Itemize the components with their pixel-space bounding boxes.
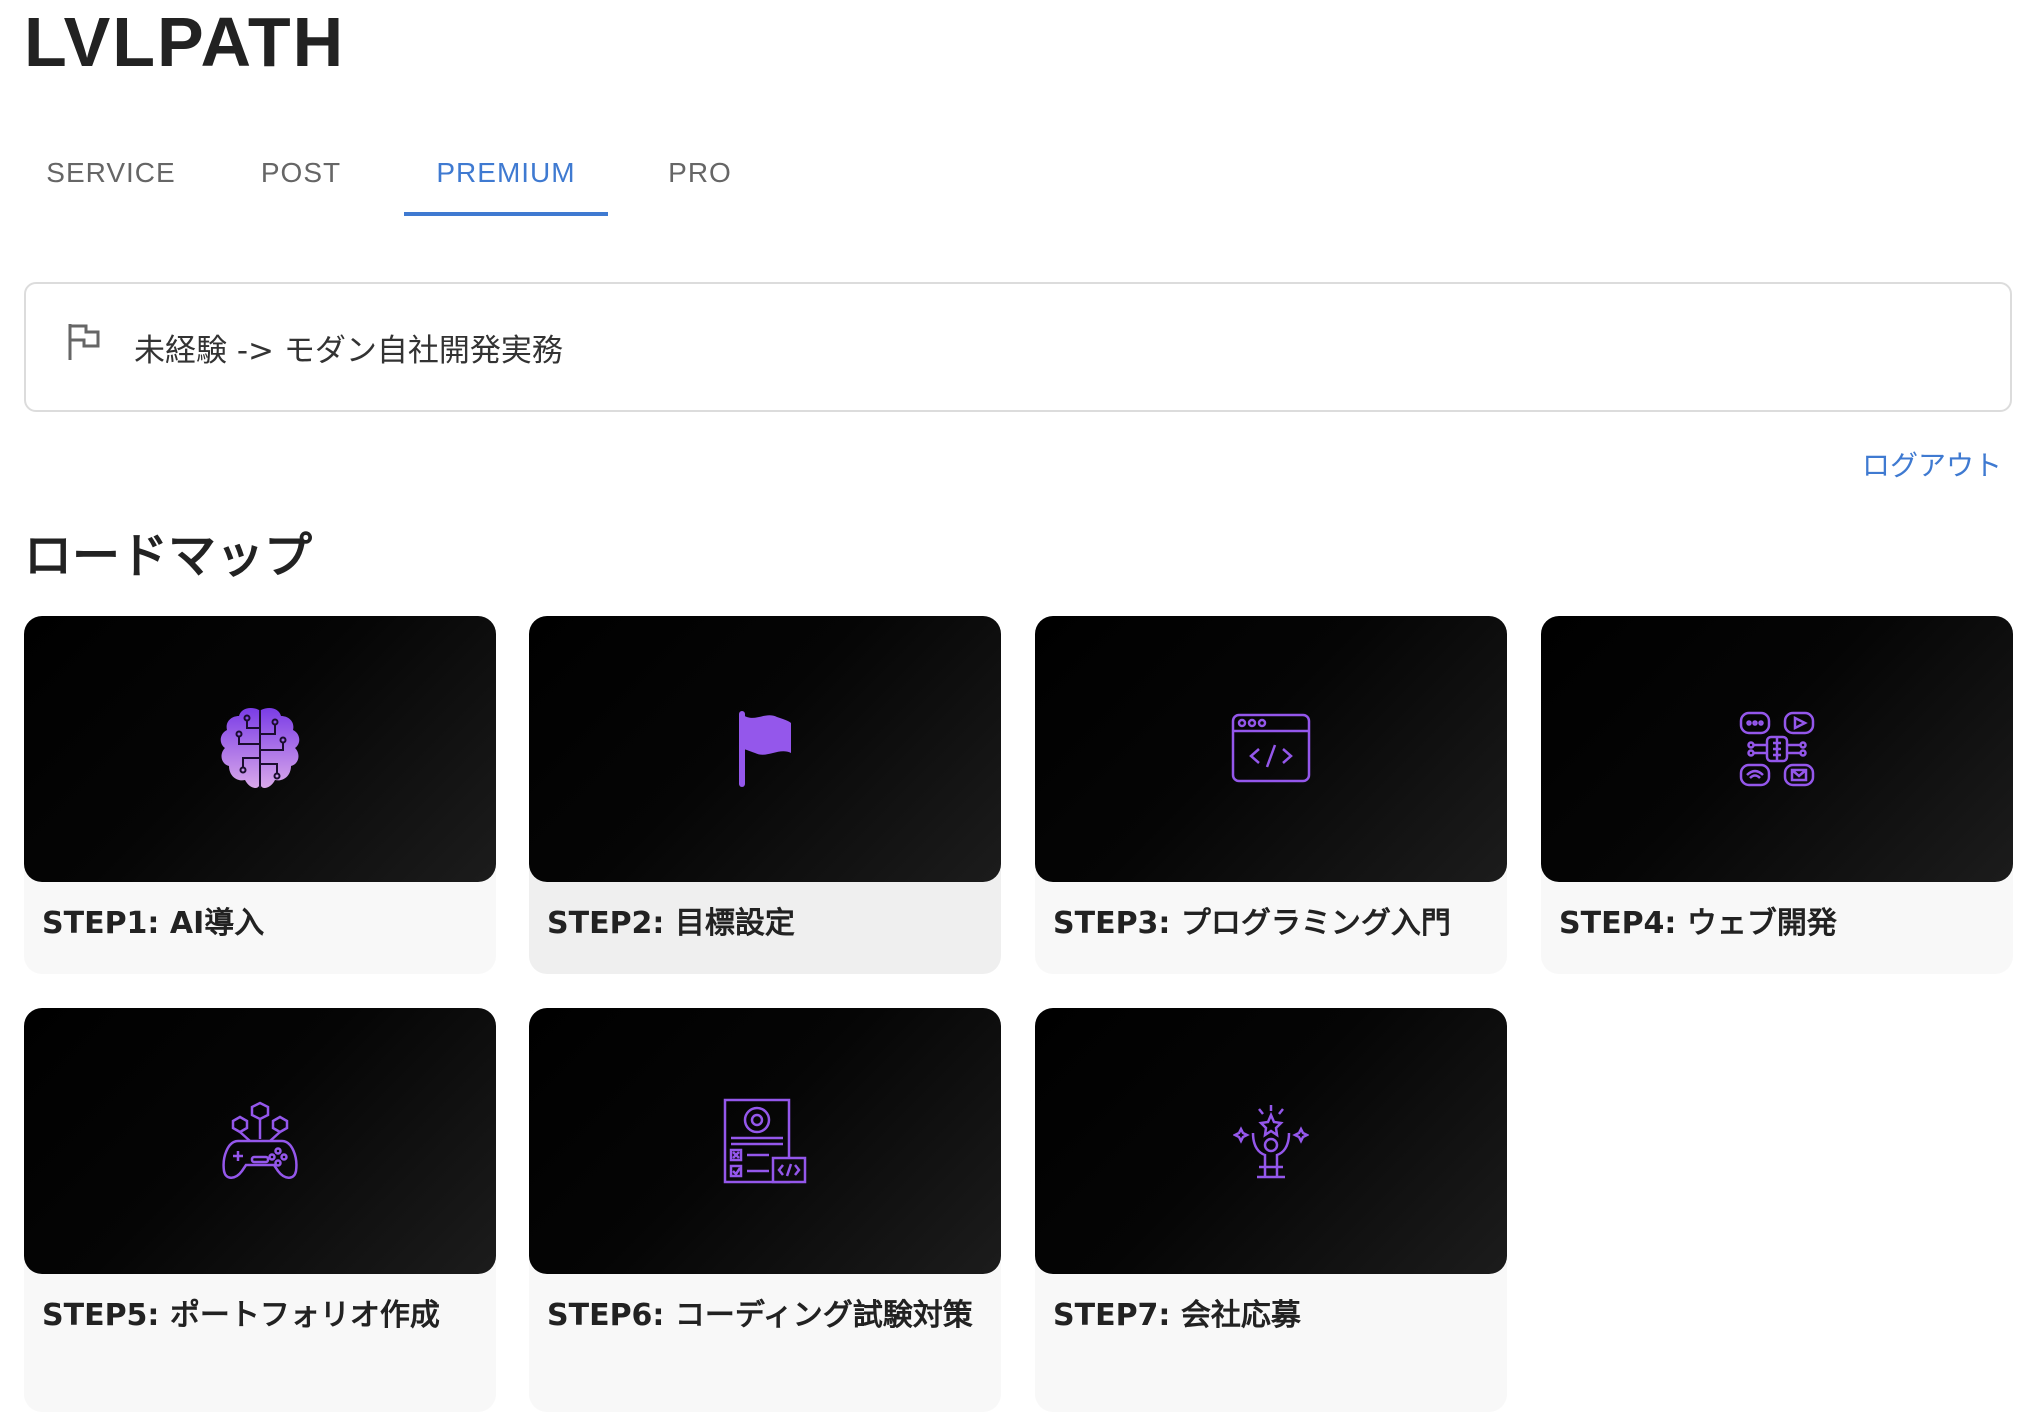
step-thumbnail bbox=[529, 1008, 1001, 1274]
flag-icon bbox=[739, 711, 791, 787]
checklist-code-icon bbox=[723, 1098, 807, 1184]
path-label: 未経験 -> モダン自社開発実務 bbox=[134, 332, 563, 369]
step-thumbnail bbox=[24, 616, 496, 882]
step-card-3[interactable]: STEP3: プログラミング入門 bbox=[1035, 616, 1507, 974]
app-logo[interactable]: LVLPATH bbox=[24, 2, 345, 82]
step-card-1[interactable]: STEP1: AI導入 bbox=[24, 616, 496, 974]
step-card-7[interactable]: STEP7: 会社応募 bbox=[1035, 1008, 1507, 1412]
step-label: STEP2: 目標設定 bbox=[547, 906, 795, 941]
tab-service[interactable]: SERVICE bbox=[24, 130, 198, 216]
step-label: STEP1: AI導入 bbox=[42, 906, 265, 941]
brain-circuit-icon bbox=[220, 708, 300, 788]
step-thumbnail bbox=[1035, 1008, 1507, 1274]
code-window-icon bbox=[1231, 713, 1311, 783]
step-label: STEP5: ポートフォリオ作成 bbox=[42, 1298, 440, 1333]
step-label: STEP6: コーディング試験対策 bbox=[547, 1298, 973, 1333]
step-label: STEP7: 会社応募 bbox=[1053, 1298, 1301, 1333]
nav-tabs: SERVICE POST PREMIUM PRO bbox=[24, 130, 792, 216]
step-label: STEP4: ウェブ開発 bbox=[1559, 906, 1837, 941]
step-thumbnail bbox=[24, 1008, 496, 1274]
tab-premium[interactable]: PREMIUM bbox=[404, 130, 608, 216]
step-card-4[interactable]: STEP4: ウェブ開発 bbox=[1541, 616, 2013, 974]
step-thumbnail bbox=[1035, 616, 1507, 882]
tab-post[interactable]: POST bbox=[198, 130, 404, 216]
tab-pro[interactable]: PRO bbox=[608, 130, 792, 216]
step-thumbnail bbox=[529, 616, 1001, 882]
step-card-6[interactable]: STEP6: コーディング試験対策 bbox=[529, 1008, 1001, 1412]
celebrating-person-icon bbox=[1233, 1105, 1309, 1179]
web-apps-network-icon bbox=[1739, 711, 1815, 787]
step-card-2[interactable]: STEP2: 目標設定 bbox=[529, 616, 1001, 974]
path-selector[interactable]: 未経験 -> モダン自社開発実務 bbox=[24, 282, 2012, 412]
step-thumbnail bbox=[1541, 616, 2013, 882]
flag-outline-icon bbox=[68, 324, 100, 360]
logout-link[interactable]: ログアウト bbox=[1862, 444, 2002, 484]
step-card-5[interactable]: STEP5: ポートフォリオ作成 bbox=[24, 1008, 496, 1412]
section-title: ロードマップ bbox=[24, 528, 313, 584]
game-controller-icon bbox=[222, 1101, 298, 1179]
step-label: STEP3: プログラミング入門 bbox=[1053, 906, 1451, 941]
